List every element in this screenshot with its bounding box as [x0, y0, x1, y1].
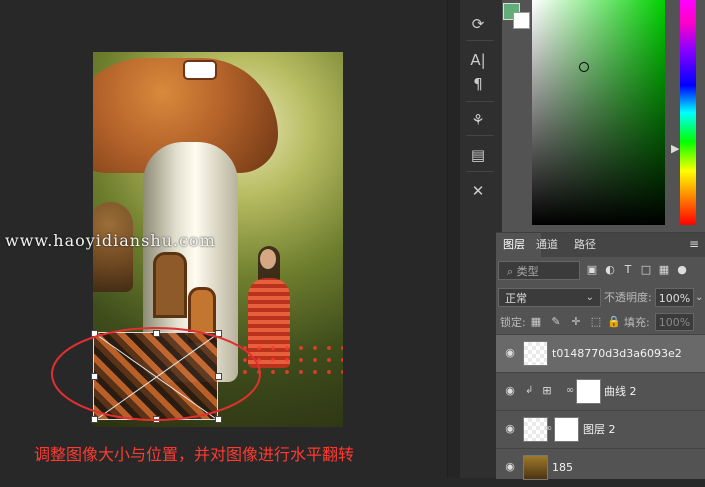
link-icon: ∞	[543, 423, 553, 434]
toolbar-separator	[466, 40, 494, 41]
toolbar-grip[interactable]	[448, 0, 460, 478]
lock-artboard-icon[interactable]: ⬚	[588, 314, 604, 330]
smart-object-filter-icon[interactable]: ▦	[656, 262, 672, 278]
chevron-down-icon: ⌄	[585, 292, 594, 303]
layer-row[interactable]: ◉ 185	[496, 448, 705, 487]
opacity-input[interactable]: 100%	[655, 288, 694, 307]
tab-channels[interactable]: 通道	[536, 233, 570, 257]
color-picker-field[interactable]	[532, 0, 665, 225]
lock-pixels-icon[interactable]: ✎	[548, 314, 564, 330]
color-picker-marker[interactable]	[579, 62, 589, 72]
eye-icon[interactable]: ◉	[503, 347, 517, 359]
toolbar-separator	[466, 101, 494, 102]
layer-name[interactable]: 185	[552, 461, 573, 475]
opacity-label: 不透明度:	[604, 291, 652, 304]
filter-toggle-icon[interactable]: ●	[674, 262, 690, 278]
tools-icon[interactable]: ✕	[466, 179, 490, 203]
girl-head	[260, 249, 276, 269]
clipping-mask-icon: ↲	[525, 385, 534, 396]
lock-transparency-icon[interactable]: ▦	[528, 314, 544, 330]
search-placeholder: 类型	[516, 265, 539, 278]
opacity-chevron-icon[interactable]: ⌄	[695, 288, 703, 307]
adjustment-filter-icon[interactable]: ◐	[602, 262, 618, 278]
layer-thumbnail	[523, 455, 548, 480]
document-canvas-area[interactable]: www.haoyidianshu.com 调整图像大小与位置，并对图像进行水平翻…	[0, 0, 447, 478]
image-filter-icon[interactable]: ▣	[584, 262, 600, 278]
layer-comps-icon[interactable]: ▤	[466, 143, 490, 167]
layer-name[interactable]: 图层 2	[583, 423, 616, 437]
layers-panel: 图层 通道 路径 ≡ ⌕ 类型 ▣ ◐ T □ ▦ ● 正常 ⌄ 不透明度: 1…	[496, 232, 705, 480]
red-highlight-ellipse	[51, 327, 261, 421]
paragraph-icon[interactable]: ¶	[466, 72, 490, 96]
instruction-caption: 调整图像大小与位置，并对图像进行水平翻转	[34, 445, 355, 464]
history-brush-icon[interactable]: ⟳	[466, 12, 490, 36]
type-filter-icon[interactable]: T	[620, 262, 636, 278]
toolbar-separator	[466, 135, 494, 136]
layer-mask-thumbnail	[554, 417, 579, 442]
eye-icon[interactable]: ◉	[503, 423, 517, 435]
blend-mode-select[interactable]: 正常 ⌄	[498, 288, 601, 307]
lock-position-icon[interactable]: ✛	[568, 314, 584, 330]
tab-layers[interactable]: 图层	[496, 233, 541, 257]
blend-mode-value: 正常	[505, 292, 527, 305]
hue-slider-handle-icon[interactable]: ▶	[671, 142, 679, 155]
lock-label: 锁定:	[500, 316, 526, 329]
clone-source-icon[interactable]: ⚘	[466, 108, 490, 132]
layer-thumbnail	[523, 341, 548, 366]
curves-adjustment-icon: ⊞	[542, 384, 552, 397]
color-swatches[interactable]	[502, 0, 532, 32]
layer-name[interactable]: t0148770d3d3a6093e2	[552, 347, 682, 361]
hue-slider[interactable]	[680, 0, 696, 225]
background-color-swatch[interactable]	[513, 12, 530, 29]
shape-filter-icon[interactable]: □	[638, 262, 654, 278]
top-window	[183, 60, 217, 80]
tab-paths[interactable]: 路径	[574, 233, 608, 257]
panel-toolbar: ⟳ A| ¶ ⚘ ▤ ✕	[447, 0, 503, 478]
layer-filter-search[interactable]: ⌕ 类型	[498, 261, 580, 280]
layer-name[interactable]: 曲线 2	[604, 385, 637, 399]
layer-row[interactable]: ◉ t0148770d3d3a6093e2	[496, 334, 705, 373]
panel-menu-icon[interactable]: ≡	[689, 237, 699, 251]
search-icon: ⌕	[507, 265, 514, 278]
layer-mask-thumbnail	[576, 379, 601, 404]
fill-label: 填充:	[624, 316, 650, 329]
toolbar-separator	[466, 171, 494, 172]
eye-icon[interactable]: ◉	[503, 385, 517, 397]
fill-input[interactable]: 100%	[655, 313, 694, 331]
lock-all-icon[interactable]: 🔒	[606, 314, 622, 330]
eye-icon[interactable]: ◉	[503, 461, 517, 473]
layer-row[interactable]: ◉ ↲ ⊞ ∞ 曲线 2	[496, 372, 705, 411]
layer-row[interactable]: ◉ ∞ 图层 2	[496, 410, 705, 449]
left-window	[153, 252, 187, 318]
panel-tabs: 图层 通道 路径 ≡	[496, 233, 705, 257]
link-icon: ∞	[565, 385, 575, 396]
site-watermark: www.haoyidianshu.com	[5, 231, 216, 250]
lock-row: 锁定: ▦ ✎ ✛ ⬚ 🔒 填充: 100%	[496, 312, 705, 334]
character-icon[interactable]: A|	[466, 48, 490, 72]
